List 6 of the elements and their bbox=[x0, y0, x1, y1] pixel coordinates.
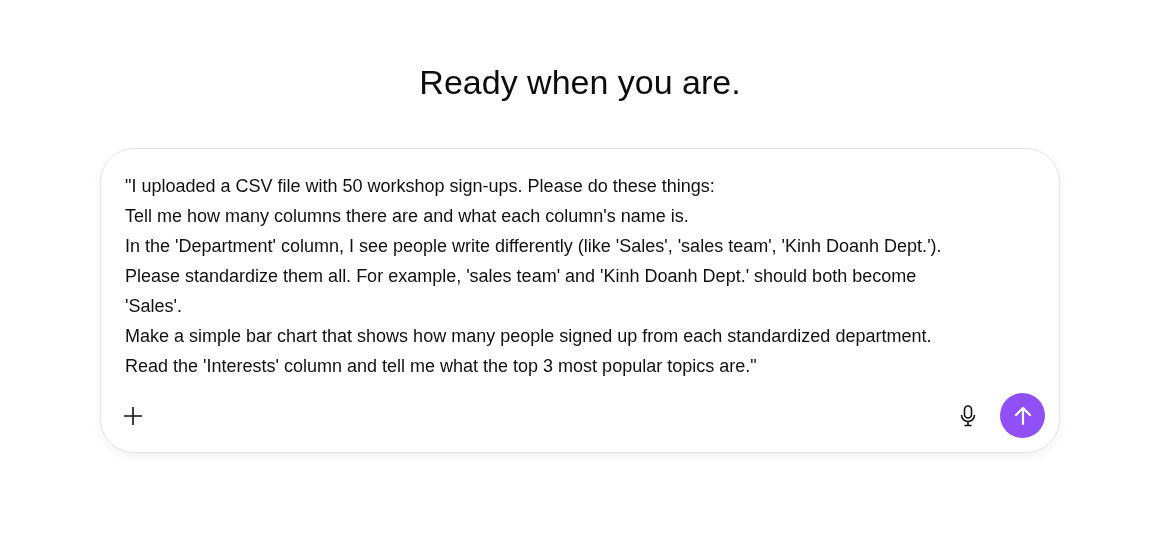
page-heading: Ready when you are. bbox=[419, 62, 741, 103]
plus-icon bbox=[123, 405, 143, 426]
send-button[interactable] bbox=[1000, 393, 1045, 438]
microphone-icon bbox=[960, 404, 976, 427]
message-field[interactable]: "I uploaded a CSV file with 50 workshop sign-ups. Please do these things: Tell me how many columns there are and what each column's name is. In the 'Department' column, I see people write differently (like 'Sales', 'sales team', 'Kinh Doanh Dept.'). Please standardize them all. For example, 'sales team' and 'Kinh Doanh Dept.' should both become 'Sales'. Make a simple bar chart that shows how many people signed up from each standardized department. Read the 'Interests' column and tell me what the top 3 most popular topics are." bbox=[125, 171, 1045, 381]
arrow-up-icon bbox=[1013, 405, 1032, 426]
